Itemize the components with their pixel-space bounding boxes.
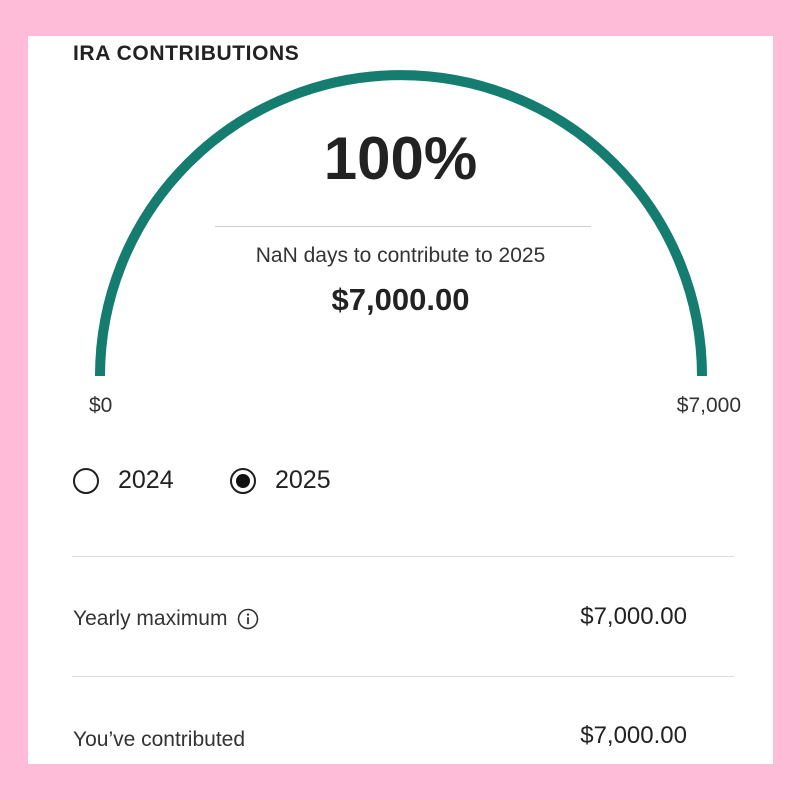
contributed-value: $7,000.00	[580, 722, 687, 749]
radio-dot	[236, 473, 250, 488]
days-remaining-text: NaN days to contribute to 2025	[255, 244, 546, 267]
year-2024-radio[interactable]	[73, 467, 99, 494]
year-option-2024[interactable]: 2024	[73, 466, 174, 495]
ira-contributions-card: IRA CONTRIBUTIONS 100% NaN days to contr…	[28, 36, 773, 764]
year-option-label: 2024	[118, 466, 174, 494]
year-2025-radio[interactable]	[230, 467, 256, 494]
year-option-2025[interactable]: 2025	[230, 466, 331, 495]
contribution-gauge	[95, 70, 707, 377]
contributed-text: You’ve contributed	[73, 728, 246, 751]
gauge-max-label: $7,000	[676, 394, 741, 417]
gauge-amount: $7,000.00	[331, 282, 470, 317]
gauge-percent: 100%	[323, 125, 478, 192]
contributed-label: You’ve contributed	[73, 728, 245, 752]
info-icon[interactable]	[237, 608, 259, 630]
yearly-maximum-value: $7,000.00	[580, 603, 687, 630]
divider	[72, 676, 734, 677]
divider	[72, 556, 734, 557]
yearly-maximum-text: Yearly maximum	[73, 607, 228, 630]
gauge-min-label: $0	[89, 394, 113, 417]
gauge-divider	[215, 226, 591, 227]
year-option-label: 2025	[275, 466, 331, 494]
yearly-maximum-label: Yearly maximum	[73, 607, 259, 631]
